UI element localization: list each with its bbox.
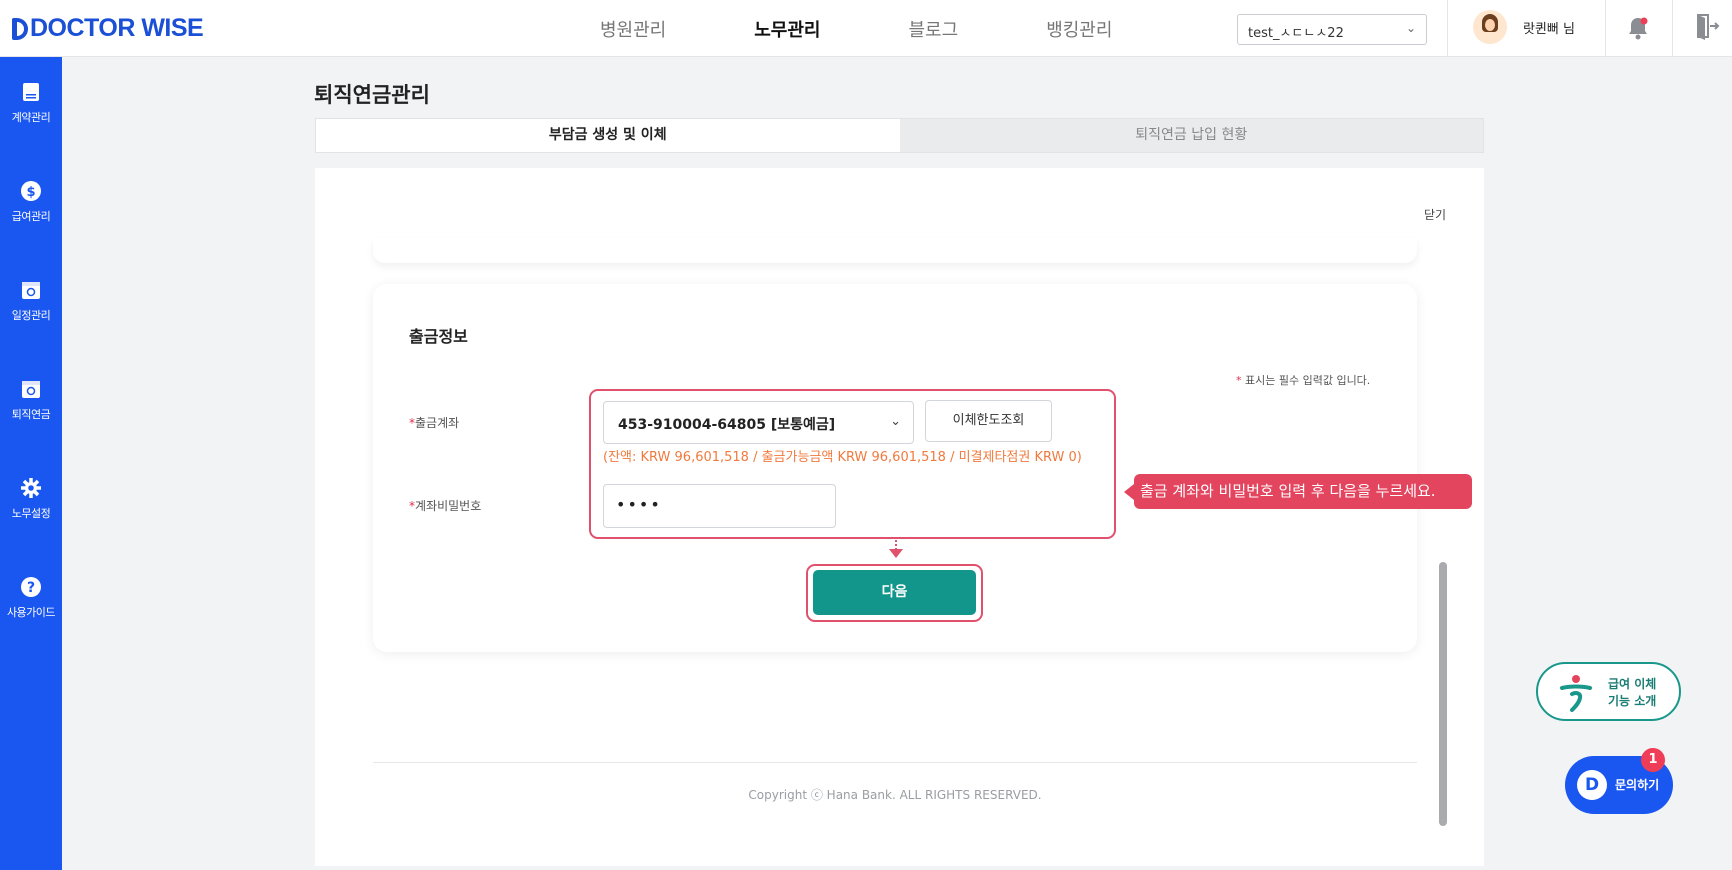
top-header: DOCTOR WISE 병원관리 노무관리 블로그 뱅킹관리 test_ㅅㄷㄴㅅ… — [0, 0, 1732, 57]
hana-logo-icon — [1560, 675, 1592, 712]
next-button[interactable]: 다음 — [813, 570, 976, 615]
sidebar: 계약관리 $ 급여관리 일정관리 퇴직연금 노무설정 ? 사용가이드 — [0, 57, 62, 870]
main-nav: 병원관리 노무관리 블로그 뱅킹관리 — [600, 0, 1200, 57]
withdrawal-account-value: 453-910004-64805 [보통예금] — [618, 417, 836, 433]
transfer-limit-button[interactable]: 이체한도조회 — [925, 400, 1052, 442]
arrow-down-icon — [889, 540, 903, 558]
tab-pension-status[interactable]: 퇴직연금 납입 현황 — [900, 119, 1484, 152]
logo-text: DOCTOR WISE — [30, 14, 204, 42]
help-icon: ? — [21, 577, 41, 597]
previous-card — [373, 238, 1417, 263]
account-select[interactable]: test_ㅅㄷㄴㅅ22 ⌄ — [1237, 14, 1427, 45]
sidebar-item-label: 급여관리 — [11, 210, 51, 223]
sidebar-item-label: 계약관리 — [11, 111, 51, 124]
sidebar-item-label: 노무설정 — [11, 507, 51, 520]
nav-hospital[interactable]: 병원관리 — [600, 16, 666, 42]
nav-blog[interactable]: 블로그 — [909, 16, 959, 42]
header-divider — [1672, 0, 1673, 57]
password-label-text: 계좌비밀번호 — [415, 499, 482, 513]
dollar-icon: $ — [21, 181, 41, 201]
close-link[interactable]: 닫기 — [1424, 206, 1446, 223]
chat-logo-icon: D — [1577, 770, 1607, 800]
gear-icon — [21, 478, 41, 498]
account-password-input[interactable]: •••• — [603, 484, 836, 528]
sidebar-item-schedule[interactable]: 일정관리 — [0, 279, 62, 323]
header-divider — [1605, 0, 1606, 57]
sidebar-item-labor-settings[interactable]: 노무설정 — [0, 477, 62, 521]
copyright: Copyright ⓒ Hana Bank. ALL RIGHTS RESERV… — [748, 788, 1042, 802]
account-label-text: 출금계좌 — [415, 416, 460, 430]
sidebar-item-guide[interactable]: ? 사용가이드 — [0, 576, 62, 620]
nav-labor[interactable]: 노무관리 — [754, 16, 820, 42]
svg-text:?: ? — [27, 580, 35, 596]
chat-label: 문의하기 — [1615, 778, 1660, 792]
sidebar-item-label: 퇴직연금 — [11, 408, 51, 421]
tab-bar: 부담금 생성 및 이체 퇴직연금 납입 현황 — [315, 118, 1484, 153]
sidebar-item-payroll[interactable]: $ 급여관리 — [0, 180, 62, 224]
pension-icon — [22, 381, 40, 398]
password-label: *계좌비밀번호 — [409, 497, 481, 514]
nav-banking[interactable]: 뱅킹관리 — [1046, 16, 1112, 42]
calendar-icon — [22, 282, 40, 299]
promo-line2: 기능 소개 — [1608, 694, 1657, 708]
tab-contribution-transfer[interactable]: 부담금 생성 및 이체 — [316, 119, 900, 152]
bell-icon[interactable] — [1624, 14, 1652, 42]
promo-line1: 급여 이체 — [1608, 677, 1657, 691]
sidebar-item-contract[interactable]: 계약관리 — [0, 81, 62, 125]
logout-icon[interactable] — [1694, 12, 1720, 40]
user-name: 랏퀸뻐 님 — [1523, 21, 1575, 37]
user-profile[interactable]: 랏퀸뻐 님 — [1473, 10, 1575, 44]
page-title: 퇴직연금관리 — [314, 83, 430, 107]
section-title: 출금정보 — [409, 327, 468, 346]
balance-note: (잔액: KRW 96,601,518 / 출금가능금액 KRW 96,601,… — [603, 450, 1082, 465]
promo-label: 급여 이체 기능 소개 — [1608, 676, 1656, 710]
withdrawal-account-select[interactable]: 453-910004-64805 [보통예금] ⌄ — [603, 401, 914, 444]
guide-tooltip: 출금 계좌와 비밀번호 입력 후 다음을 누르세요. — [1124, 474, 1472, 509]
header-divider — [1447, 0, 1448, 57]
chevron-down-icon: ⌄ — [1405, 21, 1416, 35]
footer-divider — [373, 762, 1417, 763]
svg-text:$: $ — [26, 185, 35, 200]
doctor-wise-logo[interactable]: DOCTOR WISE — [12, 14, 204, 43]
required-note-text: 표시는 필수 입력값 입니다. — [1241, 374, 1371, 387]
payroll-transfer-intro-button[interactable]: 급여 이체 기능 소개 — [1536, 662, 1681, 721]
notification-badge: 1 — [1641, 748, 1665, 772]
logo-mark-icon — [12, 17, 28, 40]
scrollbar[interactable] — [1439, 562, 1447, 826]
chevron-down-icon: ⌄ — [890, 414, 901, 429]
avatar — [1473, 10, 1507, 44]
required-note: * 표시는 필수 입력값 입니다. — [1236, 372, 1370, 388]
sidebar-item-label: 일정관리 — [11, 309, 51, 322]
sidebar-item-pension[interactable]: 퇴직연금 — [0, 378, 62, 422]
account-select-value: test_ㅅㄷㄴㅅ22 — [1248, 26, 1344, 41]
account-label: *출금계좌 — [409, 414, 459, 431]
sidebar-item-label: 사용가이드 — [6, 606, 56, 619]
contract-icon — [23, 83, 39, 101]
